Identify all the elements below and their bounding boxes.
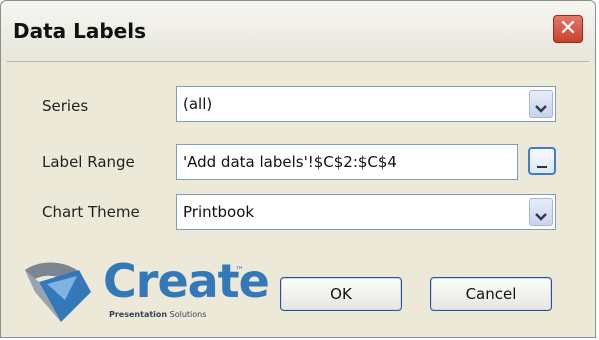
logo-trademark: ™ [235, 266, 244, 276]
dialog-title: Data Labels [13, 19, 146, 43]
close-icon: ✕ [558, 16, 578, 41]
chevron-down-icon [535, 105, 547, 113]
chart-theme-select[interactable]: Printbook [176, 194, 556, 230]
logo-word: Create [103, 254, 270, 308]
logo-emblem-icon [25, 262, 91, 322]
label-range-value: 'Add data labels'!$C$2:$C$4 [183, 153, 397, 171]
chart-theme-label: Chart Theme [42, 203, 140, 221]
chevron-down-icon [535, 213, 547, 221]
range-picker-button[interactable] [528, 147, 556, 175]
data-labels-dialog: Data Labels ✕ Series (all) Label Range '… [0, 0, 596, 338]
ok-button[interactable]: OK [280, 277, 402, 311]
title-bar: Data Labels ✕ [1, 1, 595, 61]
close-button[interactable]: ✕ [553, 15, 583, 43]
series-select[interactable]: (all) [176, 86, 556, 122]
label-range-label: Label Range [42, 153, 135, 171]
logo-subtitle-bold: Presentation [109, 310, 168, 319]
series-label: Series [42, 97, 89, 115]
create-logo: Create ™ Presentation Solutions [21, 252, 270, 332]
series-value: (all) [183, 95, 213, 113]
title-separator [7, 61, 589, 62]
series-dropdown-button[interactable] [529, 90, 553, 118]
chart-theme-value: Printbook [183, 203, 255, 221]
chart-theme-dropdown-button[interactable] [529, 198, 553, 226]
logo-subtitle-rest: Solutions [169, 310, 207, 319]
logo-subtitle: Presentation Solutions [109, 310, 206, 319]
label-range-input[interactable]: 'Add data labels'!$C$2:$C$4 [176, 144, 518, 180]
cancel-button[interactable]: Cancel [430, 277, 552, 311]
range-picker-icon [537, 166, 547, 168]
